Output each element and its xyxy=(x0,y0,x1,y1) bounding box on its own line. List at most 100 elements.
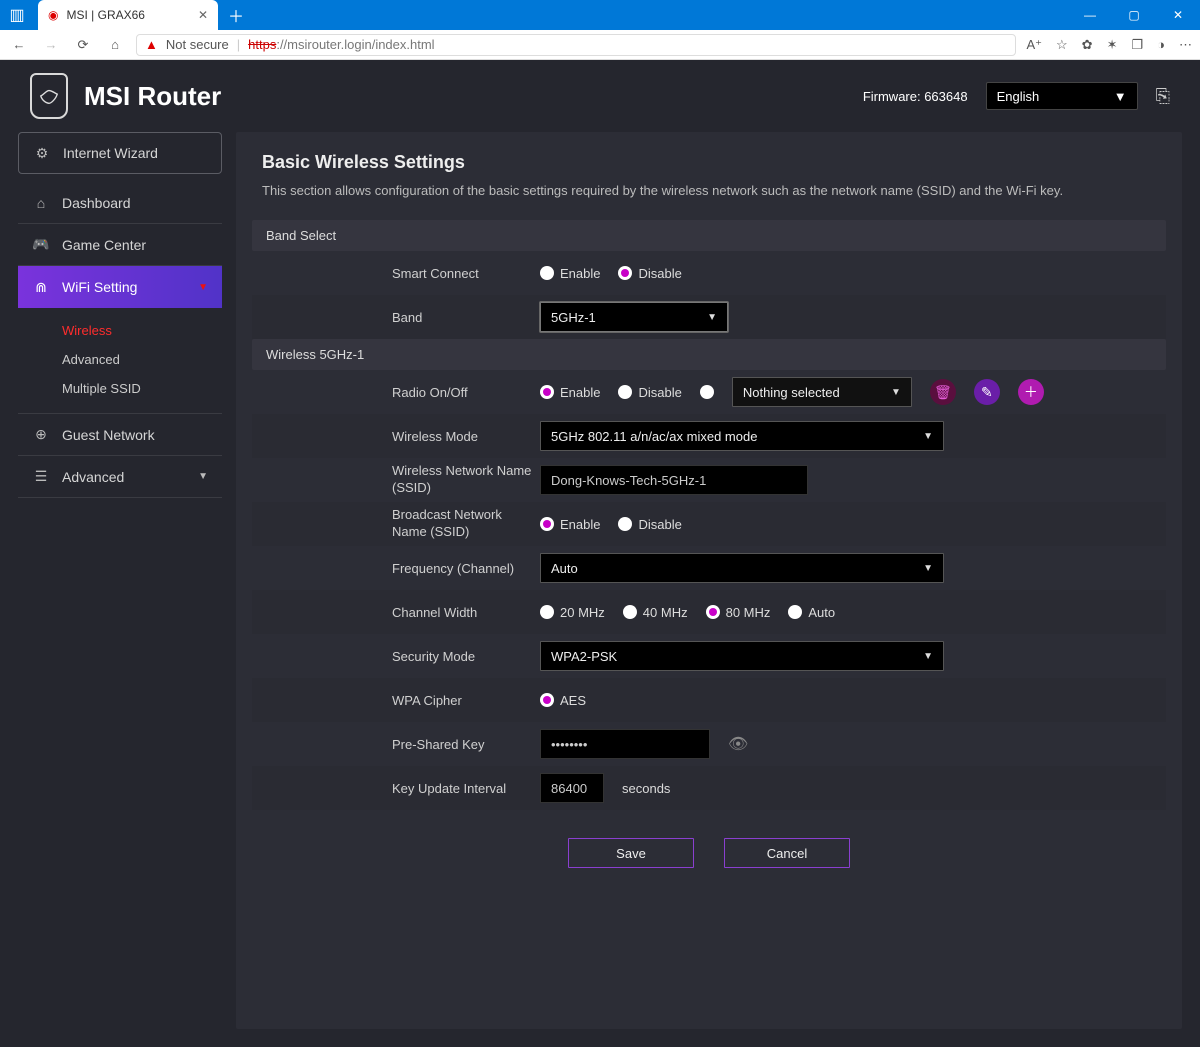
sidebar-sub-multiple-ssid[interactable]: Multiple SSID xyxy=(62,374,222,403)
gamepad-icon: 🎮 xyxy=(32,236,50,253)
chevron-down-icon: ▼ xyxy=(1114,89,1127,104)
tab-title: MSI | GRAX66 xyxy=(66,8,144,22)
chw-40[interactable]: 40 MHz xyxy=(623,605,688,620)
menu-icon[interactable]: ⋯ xyxy=(1179,37,1192,53)
wpa-cipher-aes[interactable]: AES xyxy=(540,693,586,708)
key-interval-input[interactable] xyxy=(540,773,604,803)
wireless-mode-label: Wireless Mode xyxy=(262,429,540,444)
globe-icon: ⊕ xyxy=(32,426,50,443)
brand-logo xyxy=(30,73,68,119)
sidebar-submenu-wifi: Wireless Advanced Multiple SSID xyxy=(18,308,222,414)
delete-button[interactable]: 🗑 xyxy=(930,379,956,405)
chevron-down-icon: ▼ xyxy=(707,312,717,323)
sidebar-label: Dashboard xyxy=(62,195,131,211)
favorite-icon[interactable]: ☆ xyxy=(1056,37,1068,53)
tab-overview-icon[interactable]: ▥ xyxy=(0,5,34,25)
wireless-mode-select[interactable]: 5GHz 802.11 a/n/ac/ax mixed mode ▼ xyxy=(540,421,944,451)
edit-button[interactable]: ✎ xyxy=(974,379,1000,405)
new-tab-button[interactable]: ＋ xyxy=(222,1,250,29)
collections-icon[interactable]: ❐ xyxy=(1131,37,1143,53)
url-scheme: https xyxy=(248,37,276,52)
chevron-down-icon: ▼ xyxy=(198,282,208,293)
chevron-down-icon: ▼ xyxy=(923,431,933,442)
sidebar-item-guest-network[interactable]: ⊕ Guest Network xyxy=(18,414,222,456)
app-header: MSI Router Firmware: 663648 English ▼ ⎘ xyxy=(18,60,1182,132)
logout-icon[interactable]: ⎘ xyxy=(1156,86,1170,107)
frequency-label: Frequency (Channel) xyxy=(262,561,540,576)
text-size-icon[interactable]: A⁺ xyxy=(1026,37,1042,53)
home-button[interactable]: ⌂ xyxy=(104,37,126,52)
url-path: ://msirouter.login/index.html xyxy=(276,37,434,52)
sliders-icon: ☰ xyxy=(32,468,50,485)
radio-disable[interactable]: Disable xyxy=(618,385,681,400)
ssid-label: Wireless Network Name (SSID) xyxy=(262,463,540,497)
broadcast-label: Broadcast Network Name (SSID) xyxy=(262,507,540,541)
browser-toolbar: ← → ⟳ ⌂ ▲ Not secure | https://msirouter… xyxy=(0,30,1200,60)
save-button[interactable]: Save xyxy=(568,838,694,868)
extensions-icon[interactable]: ✿ xyxy=(1082,37,1093,53)
security-status: Not secure xyxy=(166,37,229,52)
profile-icon[interactable]: ◑ xyxy=(1157,37,1165,53)
browser-tab[interactable]: ◉ MSI | GRAX66 ✕ xyxy=(38,0,218,30)
chw-80[interactable]: 80 MHz xyxy=(706,605,771,620)
section-band-select: Band Select xyxy=(252,220,1166,251)
forward-button[interactable]: → xyxy=(40,37,62,52)
chevron-down-icon: ▼ xyxy=(923,563,933,574)
language-select[interactable]: English ▼ xyxy=(986,82,1138,110)
sidebar-item-wifi-setting[interactable]: ⋒ WiFi Setting ▼ xyxy=(18,266,222,308)
frequency-select[interactable]: Auto ▼ xyxy=(540,553,944,583)
radio-enable[interactable]: Enable xyxy=(540,385,600,400)
sidebar-label: WiFi Setting xyxy=(62,279,137,295)
maximize-button[interactable]: ▢ xyxy=(1112,0,1156,30)
ssid-input[interactable] xyxy=(540,465,808,495)
eye-icon[interactable]: 👁 xyxy=(728,734,748,754)
warning-icon: ▲ xyxy=(145,37,158,52)
chw-20[interactable]: 20 MHz xyxy=(540,605,605,620)
sidebar: ⚙ Internet Wizard ⌂ Dashboard 🎮 Game Cen… xyxy=(18,132,222,1029)
broadcast-disable[interactable]: Disable xyxy=(618,517,681,532)
seconds-label: seconds xyxy=(622,781,670,796)
cancel-button[interactable]: Cancel xyxy=(724,838,850,868)
smart-connect-label: Smart Connect xyxy=(262,266,540,281)
sidebar-item-dashboard[interactable]: ⌂ Dashboard xyxy=(18,182,222,224)
sidebar-label: Advanced xyxy=(62,469,124,485)
sidebar-sub-wireless[interactable]: Wireless xyxy=(62,316,222,345)
minimize-button[interactable]: — xyxy=(1068,0,1112,30)
sidebar-item-game-center[interactable]: 🎮 Game Center xyxy=(18,224,222,266)
sidebar-label: Guest Network xyxy=(62,427,155,443)
security-mode-select[interactable]: WPA2-PSK ▼ xyxy=(540,641,944,671)
chevron-down-icon: ▼ xyxy=(923,651,933,662)
sidebar-item-internet-wizard[interactable]: ⚙ Internet Wizard xyxy=(18,132,222,174)
key-interval-label: Key Update Interval xyxy=(262,781,540,796)
band-select[interactable]: 5GHz-1 ▼ xyxy=(540,302,728,332)
psk-input[interactable] xyxy=(540,729,710,759)
chevron-down-icon: ▼ xyxy=(198,471,208,482)
chevron-down-icon: ▼ xyxy=(891,387,901,398)
favorites-bar-icon[interactable]: ✶ xyxy=(1107,37,1118,53)
back-button[interactable]: ← xyxy=(8,37,30,52)
security-mode-label: Security Mode xyxy=(262,649,540,664)
sidebar-item-advanced[interactable]: ☰ Advanced ▼ xyxy=(18,456,222,498)
section-wireless: Wireless 5GHz-1 xyxy=(252,339,1166,370)
smart-connect-disable[interactable]: Disable xyxy=(618,266,681,281)
add-button[interactable]: ＋ xyxy=(1018,379,1044,405)
radio-other[interactable] xyxy=(700,385,714,399)
home-icon: ⌂ xyxy=(32,195,50,211)
firmware-label: Firmware: 663648 xyxy=(863,89,968,104)
radio-other-select[interactable]: Nothing selected ▼ xyxy=(732,377,912,407)
wpa-cipher-label: WPA Cipher xyxy=(262,693,540,708)
broadcast-enable[interactable]: Enable xyxy=(540,517,600,532)
radio-label: Radio On/Off xyxy=(262,385,540,400)
smart-connect-enable[interactable]: Enable xyxy=(540,266,600,281)
close-window-button[interactable]: ✕ xyxy=(1156,0,1200,30)
main-panel: Basic Wireless Settings This section all… xyxy=(236,132,1182,1029)
psk-label: Pre-Shared Key xyxy=(262,737,540,752)
shield-icon: ◉ xyxy=(48,8,58,22)
refresh-button[interactable]: ⟳ xyxy=(72,37,94,53)
chw-auto[interactable]: Auto xyxy=(788,605,835,620)
page-title: Basic Wireless Settings xyxy=(262,152,1156,173)
address-bar[interactable]: ▲ Not secure | https://msirouter.login/i… xyxy=(136,34,1016,56)
sidebar-sub-advanced[interactable]: Advanced xyxy=(62,345,222,374)
band-value: 5GHz-1 xyxy=(551,310,596,325)
close-tab-icon[interactable]: ✕ xyxy=(198,8,208,22)
